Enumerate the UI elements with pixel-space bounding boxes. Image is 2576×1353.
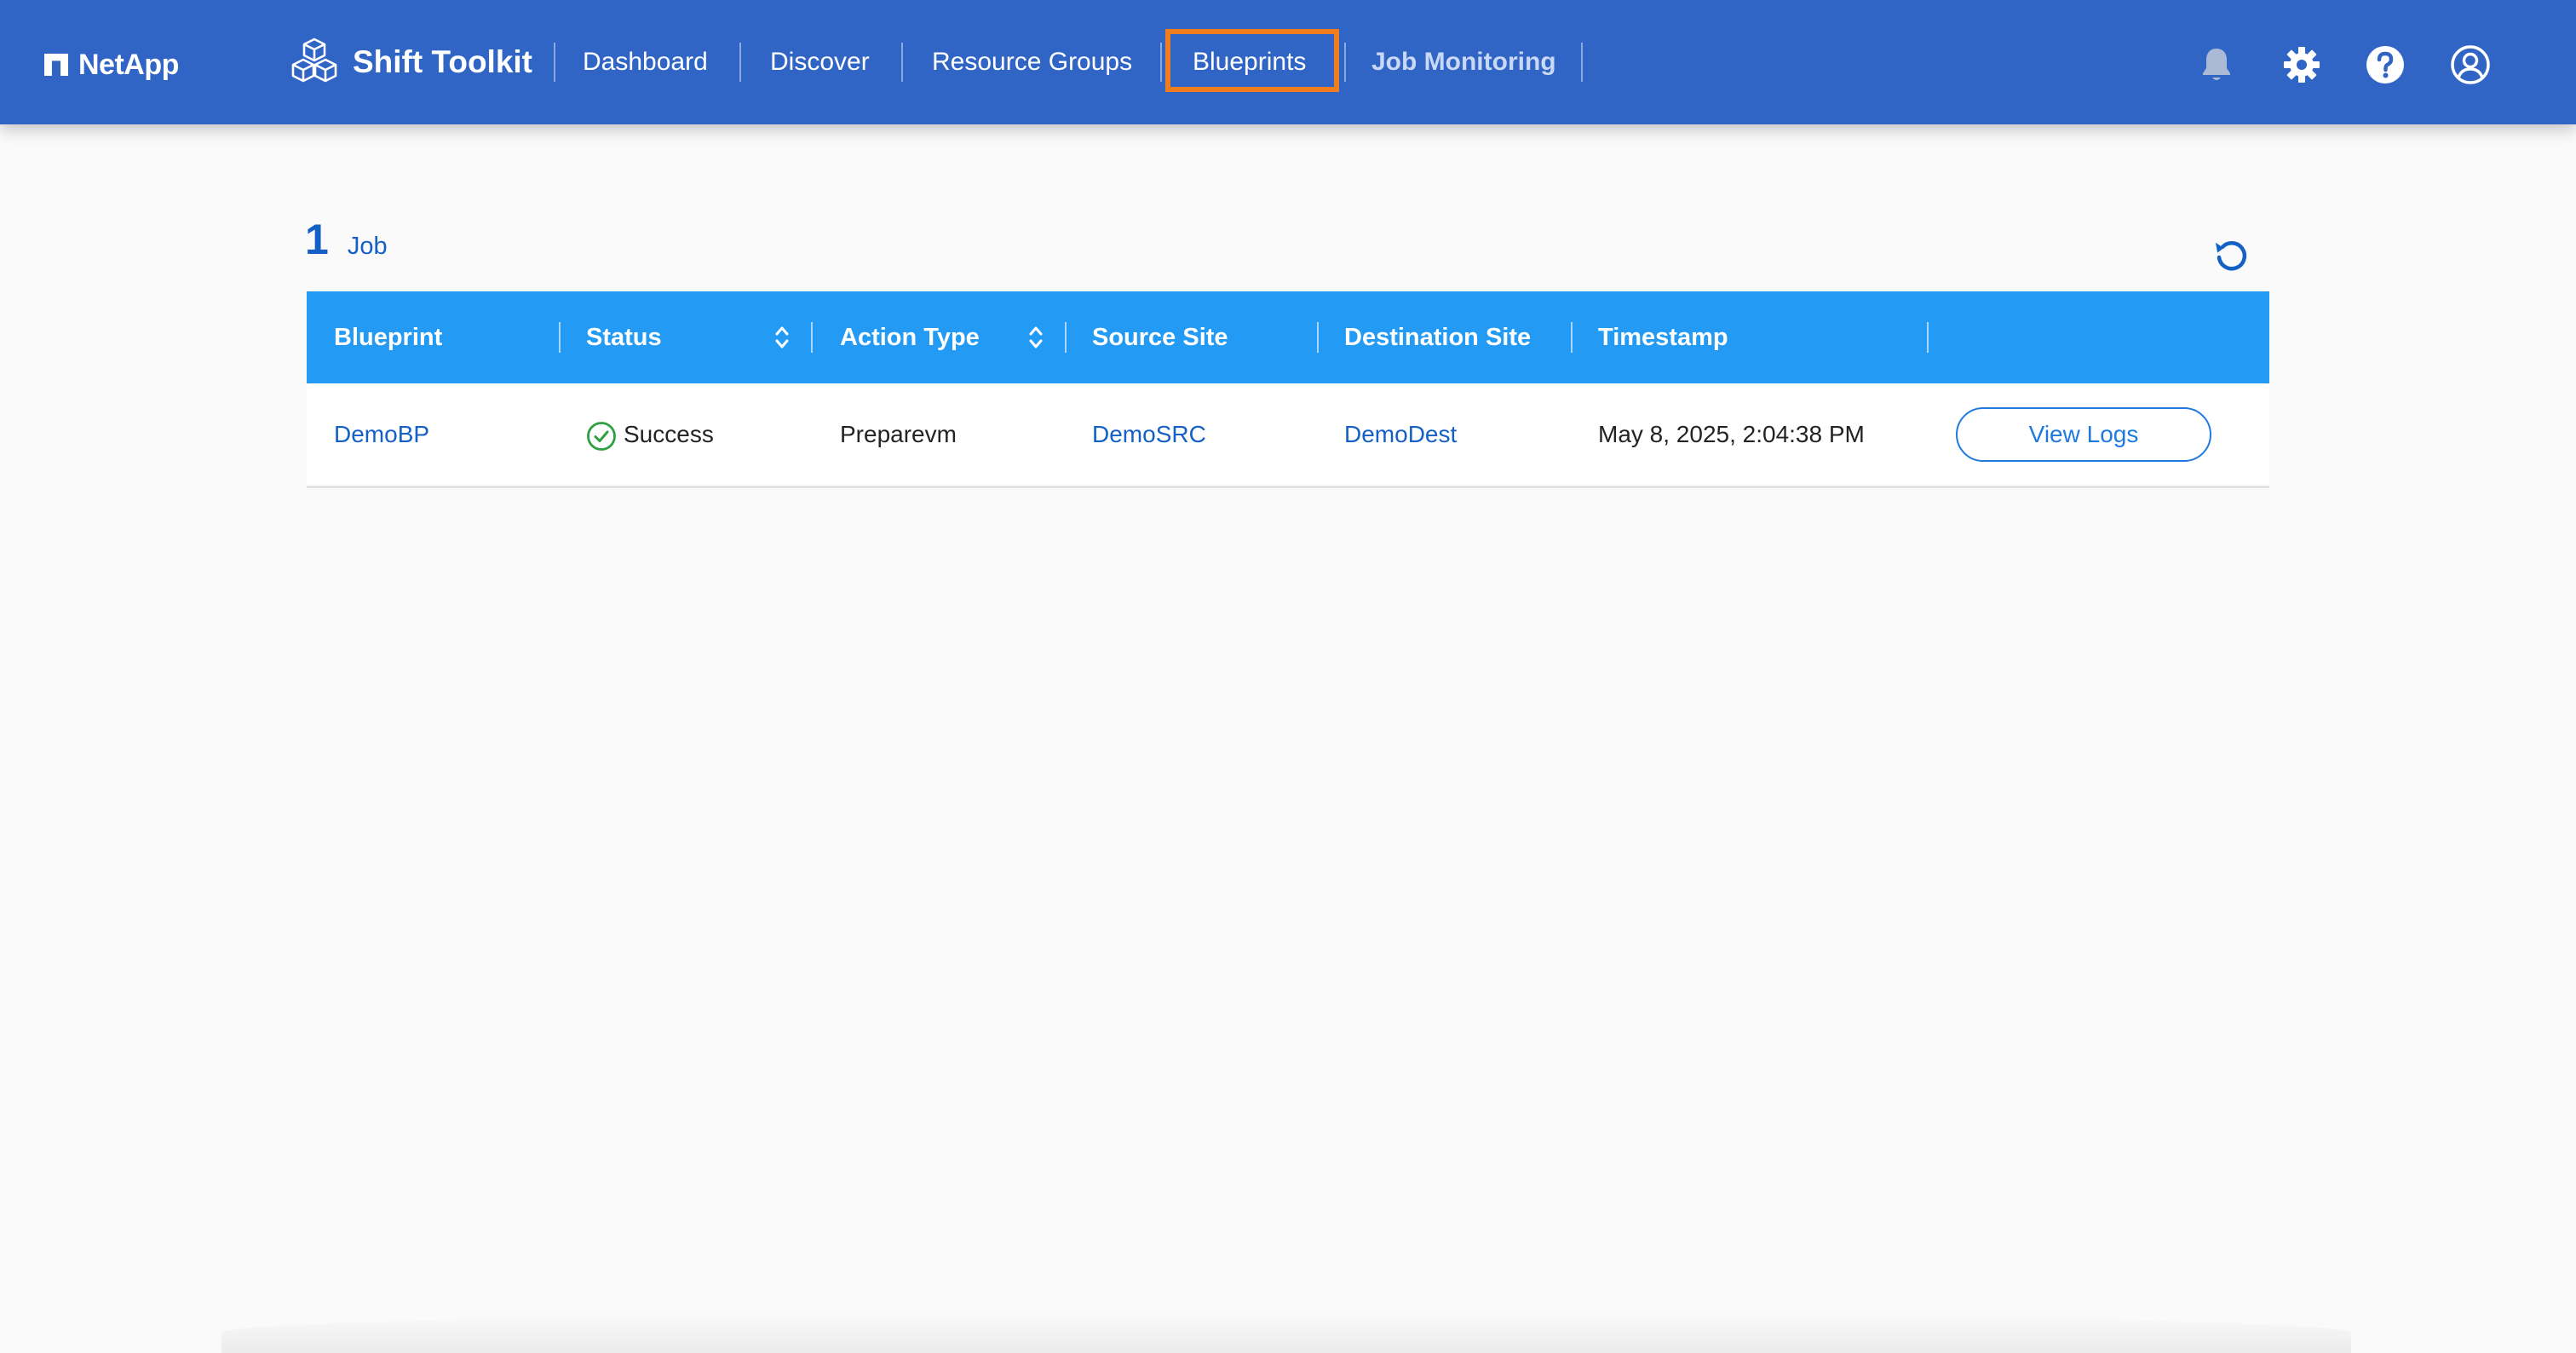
nav-divider [739,43,741,82]
gear-icon[interactable] [2281,44,2322,85]
column-header-status[interactable]: Status [586,291,662,383]
column-divider [559,322,561,353]
cubes-icon [291,37,337,83]
refresh-icon[interactable] [2213,237,2251,274]
row-source-site-link[interactable]: DemoSRC [1092,383,1206,486]
top-header: NetApp Shift Toolkit Dashboard Discover … [0,0,2576,124]
nav-divider [901,43,903,82]
column-divider [1065,322,1067,353]
column-divider [811,322,813,353]
row-blueprint-link[interactable]: DemoBP [334,383,429,486]
table-header: Blueprint Status Action Type Source Site… [307,291,2269,383]
nav-discover[interactable]: Discover [770,43,870,82]
column-header-destination-site: Destination Site [1344,324,1532,351]
nav-divider [1581,43,1583,82]
row-timestamp: May 8, 2025, 2:04:38 PM [1598,421,1865,447]
nav-dashboard[interactable]: Dashboard [583,43,708,82]
sort-icon[interactable] [773,324,791,351]
view-logs-button[interactable]: View Logs [1956,407,2211,462]
column-header-timestamp: Timestamp [1598,324,1728,351]
netapp-logo-icon [44,54,68,76]
nav-resource-groups[interactable]: Resource Groups [932,43,1132,82]
nav-divider [1160,43,1162,82]
table-row: DemoBP Success Preparevm DemoSRC DemoDes… [307,383,2269,488]
row-destination-site-link[interactable]: DemoDest [1344,383,1457,486]
help-icon[interactable] [2365,44,2406,85]
bottom-edge-shadow [221,1312,2351,1353]
row-status: Success [624,421,714,447]
column-header-source-site: Source Site [1092,324,1228,351]
job-count-label: Job [347,233,388,260]
nav-job-monitoring[interactable]: Job Monitoring [1371,43,1556,82]
column-divider [1571,322,1573,353]
row-action-type: Preparevm [840,421,957,447]
sort-icon[interactable] [1027,324,1044,351]
column-divider [1317,322,1319,353]
app-window: NetApp Shift Toolkit Dashboard Discover … [0,0,2576,1353]
job-count-number: 1 [305,216,329,263]
user-icon[interactable] [2450,44,2491,85]
success-check-icon [587,422,616,451]
netapp-logo[interactable]: NetApp [44,44,179,85]
blueprints-highlight-box [1165,29,1339,92]
nav-divider [1344,43,1346,82]
jobs-table: Blueprint Status Action Type Source Site… [307,291,2269,488]
bell-icon[interactable] [2196,44,2237,85]
column-header-blueprint: Blueprint [334,324,443,351]
product-title[interactable]: Shift Toolkit [288,31,532,94]
product-name: Shift Toolkit [353,44,532,79]
column-divider [1927,322,1929,353]
job-count: 1 Job [305,215,388,264]
column-header-action-type[interactable]: Action Type [840,291,980,383]
nav-divider [554,43,555,82]
brand-name: NetApp [78,48,179,81]
